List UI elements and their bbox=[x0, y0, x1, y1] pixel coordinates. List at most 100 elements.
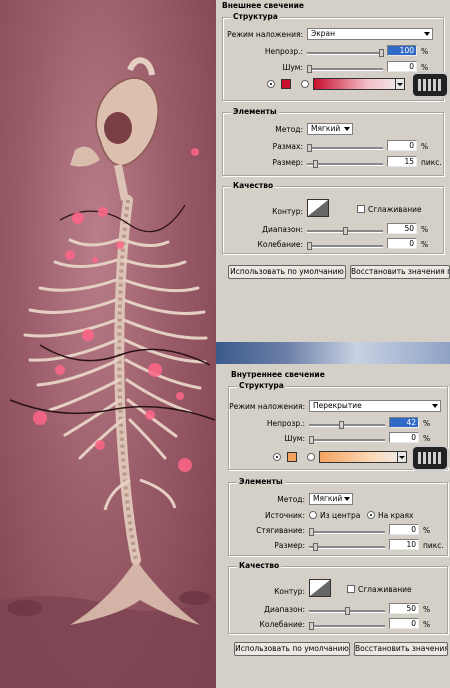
structure-group: Структура Режим наложения: Экран Непрозр… bbox=[222, 12, 447, 101]
method-select[interactable]: Мягкий bbox=[309, 493, 353, 505]
chevron-down-icon bbox=[432, 404, 438, 408]
percent-label: % bbox=[423, 605, 431, 614]
jitter-input[interactable]: 0 bbox=[387, 238, 417, 249]
opacity-label: Непрозр.: bbox=[264, 47, 303, 56]
use-default-button[interactable]: Использовать по умолчанию bbox=[234, 642, 350, 656]
source-center-radio[interactable] bbox=[309, 511, 317, 519]
spread-slider-thumb[interactable] bbox=[307, 144, 312, 152]
percent-label: % bbox=[423, 434, 431, 443]
use-default-button[interactable]: Использовать по умолчанию bbox=[228, 265, 346, 279]
choke-input[interactable]: 0 bbox=[389, 524, 419, 535]
noise-slider[interactable] bbox=[309, 436, 385, 444]
reset-default-button[interactable]: Восстановить значения по bbox=[354, 642, 448, 656]
outer-glow-panel: Внешнее свечение Структура Режим наложен… bbox=[216, 0, 450, 330]
keyboard-icon bbox=[413, 447, 447, 469]
range-input[interactable]: 50 bbox=[389, 603, 419, 614]
jitter-label: Колебание: bbox=[259, 620, 305, 629]
range-label: Диапазон: bbox=[262, 225, 303, 234]
antialias-label: Сглаживание bbox=[368, 205, 422, 214]
separator-strip bbox=[216, 330, 450, 342]
percent-label: % bbox=[423, 419, 431, 428]
color-radio[interactable] bbox=[267, 80, 275, 88]
source-label: Источник: bbox=[265, 511, 305, 520]
size-input[interactable]: 15 bbox=[387, 156, 417, 167]
quality-title: Качество bbox=[237, 561, 282, 570]
blend-mode-select[interactable]: Перекрытие bbox=[309, 400, 441, 412]
method-value: Мягкий bbox=[311, 124, 341, 133]
glow-color-swatch[interactable] bbox=[281, 79, 291, 89]
elements-title: Элементы bbox=[237, 477, 285, 486]
percent-label: % bbox=[421, 225, 429, 234]
antialias-checkbox[interactable] bbox=[357, 205, 365, 213]
range-slider[interactable] bbox=[307, 227, 383, 235]
method-select[interactable]: Мягкий bbox=[307, 123, 353, 135]
choke-slider[interactable] bbox=[309, 528, 385, 536]
blend-mode-label: Режим наложения: bbox=[229, 402, 305, 411]
percent-label: % bbox=[421, 240, 429, 249]
chevron-down-icon[interactable] bbox=[395, 79, 404, 89]
opacity-slider[interactable] bbox=[307, 49, 384, 57]
chevron-down-icon[interactable] bbox=[397, 452, 406, 462]
opacity-label: Непрозр.: bbox=[266, 419, 305, 428]
gradient-radio[interactable] bbox=[301, 80, 309, 88]
range-slider-thumb[interactable] bbox=[343, 227, 348, 235]
jitter-slider[interactable] bbox=[309, 622, 385, 630]
inner-glow-panel: Внутреннее свечение Структура Режим нало… bbox=[216, 364, 450, 688]
noise-input[interactable]: 0 bbox=[387, 61, 417, 72]
jitter-slider[interactable] bbox=[307, 242, 383, 250]
size-input[interactable]: 10 bbox=[389, 539, 419, 550]
quality-group: Качество Контур: Сглаживание Диапазон: 5… bbox=[228, 561, 448, 634]
opacity-slider[interactable] bbox=[309, 421, 385, 429]
source-edge-radio[interactable] bbox=[367, 511, 375, 519]
noise-slider-thumb[interactable] bbox=[307, 65, 312, 73]
jitter-slider-thumb[interactable] bbox=[309, 622, 314, 630]
noise-slider[interactable] bbox=[307, 65, 383, 73]
percent-label: % bbox=[421, 63, 429, 72]
px-label: пикс. bbox=[423, 541, 444, 550]
gradient-picker[interactable] bbox=[319, 451, 407, 463]
structure-title: Структура bbox=[237, 381, 286, 390]
elements-group: Элементы Метод: Мягкий Размах: 0 % Разме… bbox=[222, 107, 444, 176]
method-value: Мягкий bbox=[313, 494, 343, 503]
range-input[interactable]: 50 bbox=[387, 223, 417, 234]
glow-color-swatch[interactable] bbox=[287, 452, 297, 462]
noise-slider-thumb[interactable] bbox=[309, 436, 314, 444]
jitter-slider-thumb[interactable] bbox=[307, 242, 312, 250]
jitter-input[interactable]: 0 bbox=[389, 618, 419, 629]
blend-mode-value: Экран bbox=[311, 29, 336, 38]
color-radio[interactable] bbox=[273, 453, 281, 461]
method-label: Метод: bbox=[275, 125, 303, 134]
range-slider[interactable] bbox=[309, 607, 385, 615]
noise-input[interactable]: 0 bbox=[389, 432, 419, 443]
range-slider-thumb[interactable] bbox=[345, 607, 350, 615]
percent-label: % bbox=[421, 47, 429, 56]
elements-title: Элементы bbox=[231, 107, 279, 116]
range-label: Диапазон: bbox=[264, 605, 305, 614]
artwork-svg bbox=[0, 57, 216, 688]
antialias-checkbox[interactable] bbox=[347, 585, 355, 593]
reset-default-button[interactable]: Восстановить значения по bbox=[350, 265, 450, 279]
contour-picker[interactable] bbox=[307, 199, 329, 217]
contour-preview-icon bbox=[308, 200, 328, 216]
choke-label: Стягивание: bbox=[256, 526, 305, 535]
blend-mode-select[interactable]: Экран bbox=[307, 28, 433, 40]
spread-slider[interactable] bbox=[307, 144, 383, 152]
chevron-down-icon bbox=[424, 32, 430, 36]
size-slider-thumb[interactable] bbox=[313, 160, 318, 168]
size-slider[interactable] bbox=[309, 543, 385, 551]
gradient-picker[interactable] bbox=[313, 78, 405, 90]
blend-mode-label: Режим наложения: bbox=[227, 30, 303, 39]
choke-slider-thumb[interactable] bbox=[309, 528, 314, 536]
contour-picker[interactable] bbox=[309, 579, 331, 597]
opacity-slider-thumb[interactable] bbox=[339, 421, 344, 429]
opacity-input[interactable]: 100 bbox=[387, 45, 417, 56]
opacity-input[interactable]: 42 bbox=[389, 417, 419, 428]
size-slider-thumb[interactable] bbox=[313, 543, 318, 551]
size-slider[interactable] bbox=[307, 160, 383, 168]
keyboard-icon bbox=[413, 74, 447, 96]
px-label: пикс. bbox=[421, 158, 442, 167]
antialias-label: Сглаживание bbox=[358, 585, 412, 594]
spread-input[interactable]: 0 bbox=[387, 140, 417, 151]
gradient-radio[interactable] bbox=[307, 453, 315, 461]
opacity-slider-thumb[interactable] bbox=[379, 49, 384, 57]
